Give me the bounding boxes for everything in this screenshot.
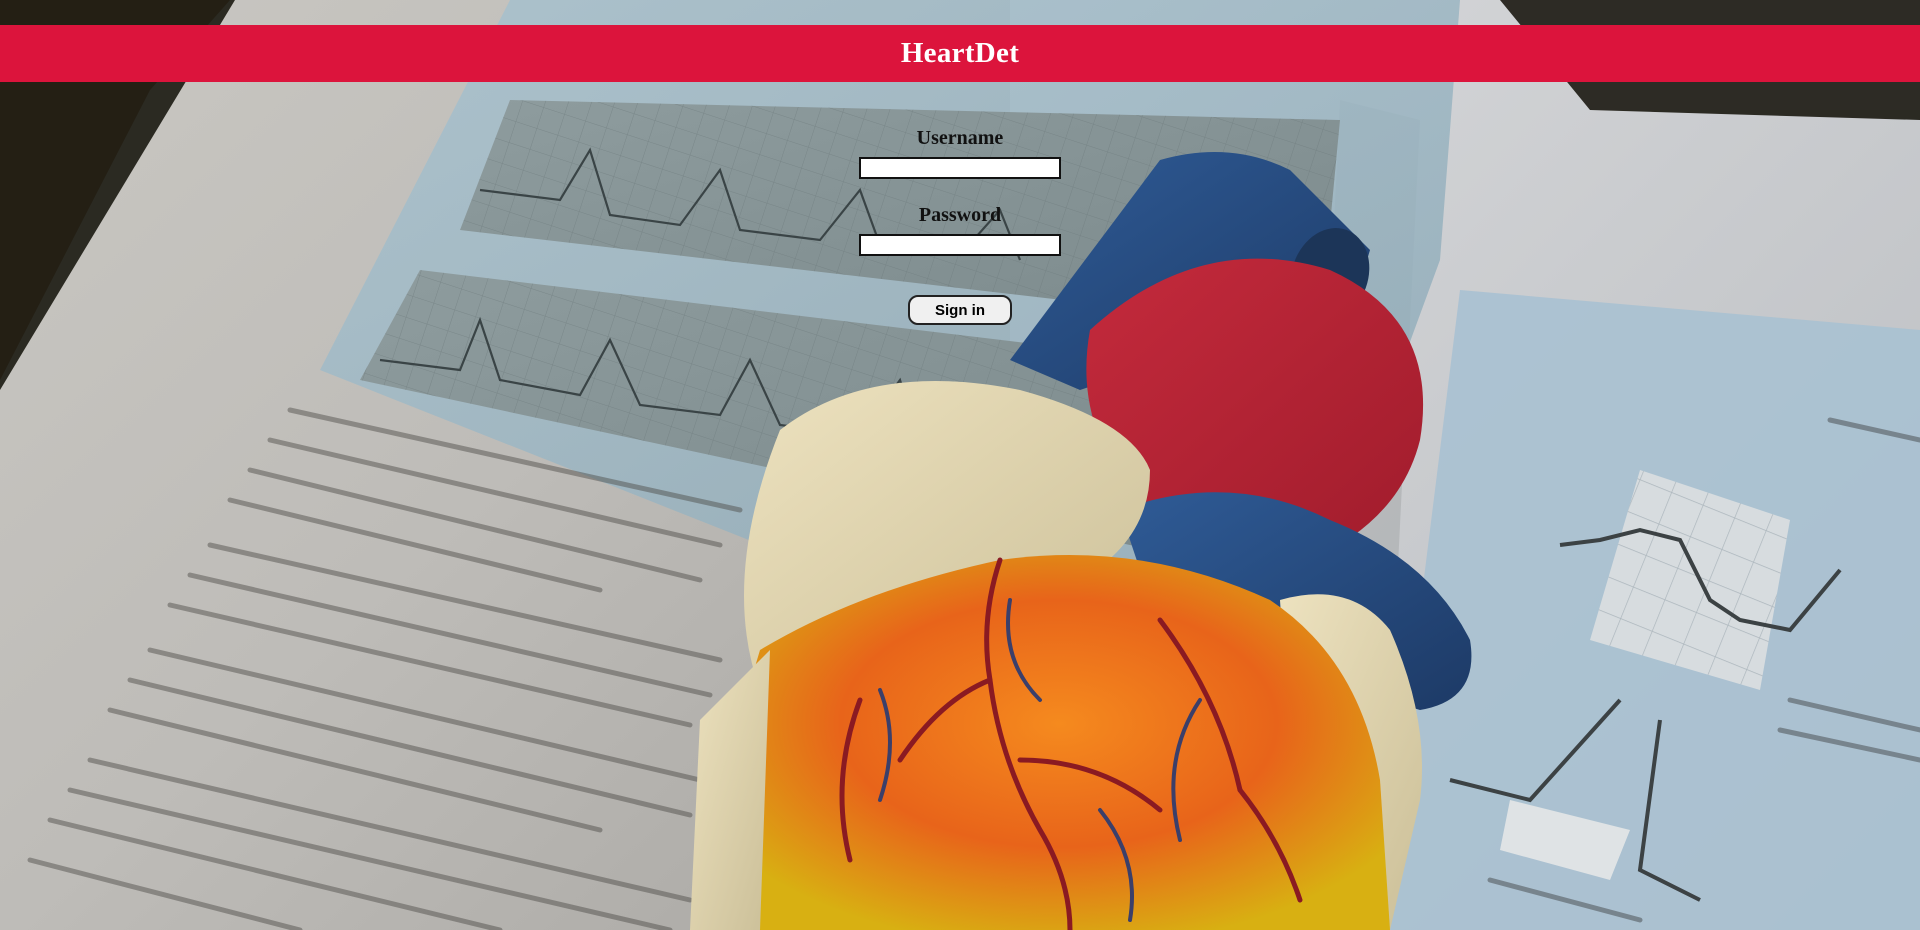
login-form: Username Password Sign in (0, 126, 1920, 325)
sign-in-button[interactable]: Sign in (908, 295, 1012, 325)
app-header: HeartDet (0, 25, 1920, 82)
username-input[interactable] (859, 157, 1061, 179)
password-label: Password (918, 204, 1002, 226)
password-input[interactable] (859, 234, 1061, 256)
app-title: HeartDet (900, 37, 1020, 69)
username-label: Username (916, 127, 1004, 149)
